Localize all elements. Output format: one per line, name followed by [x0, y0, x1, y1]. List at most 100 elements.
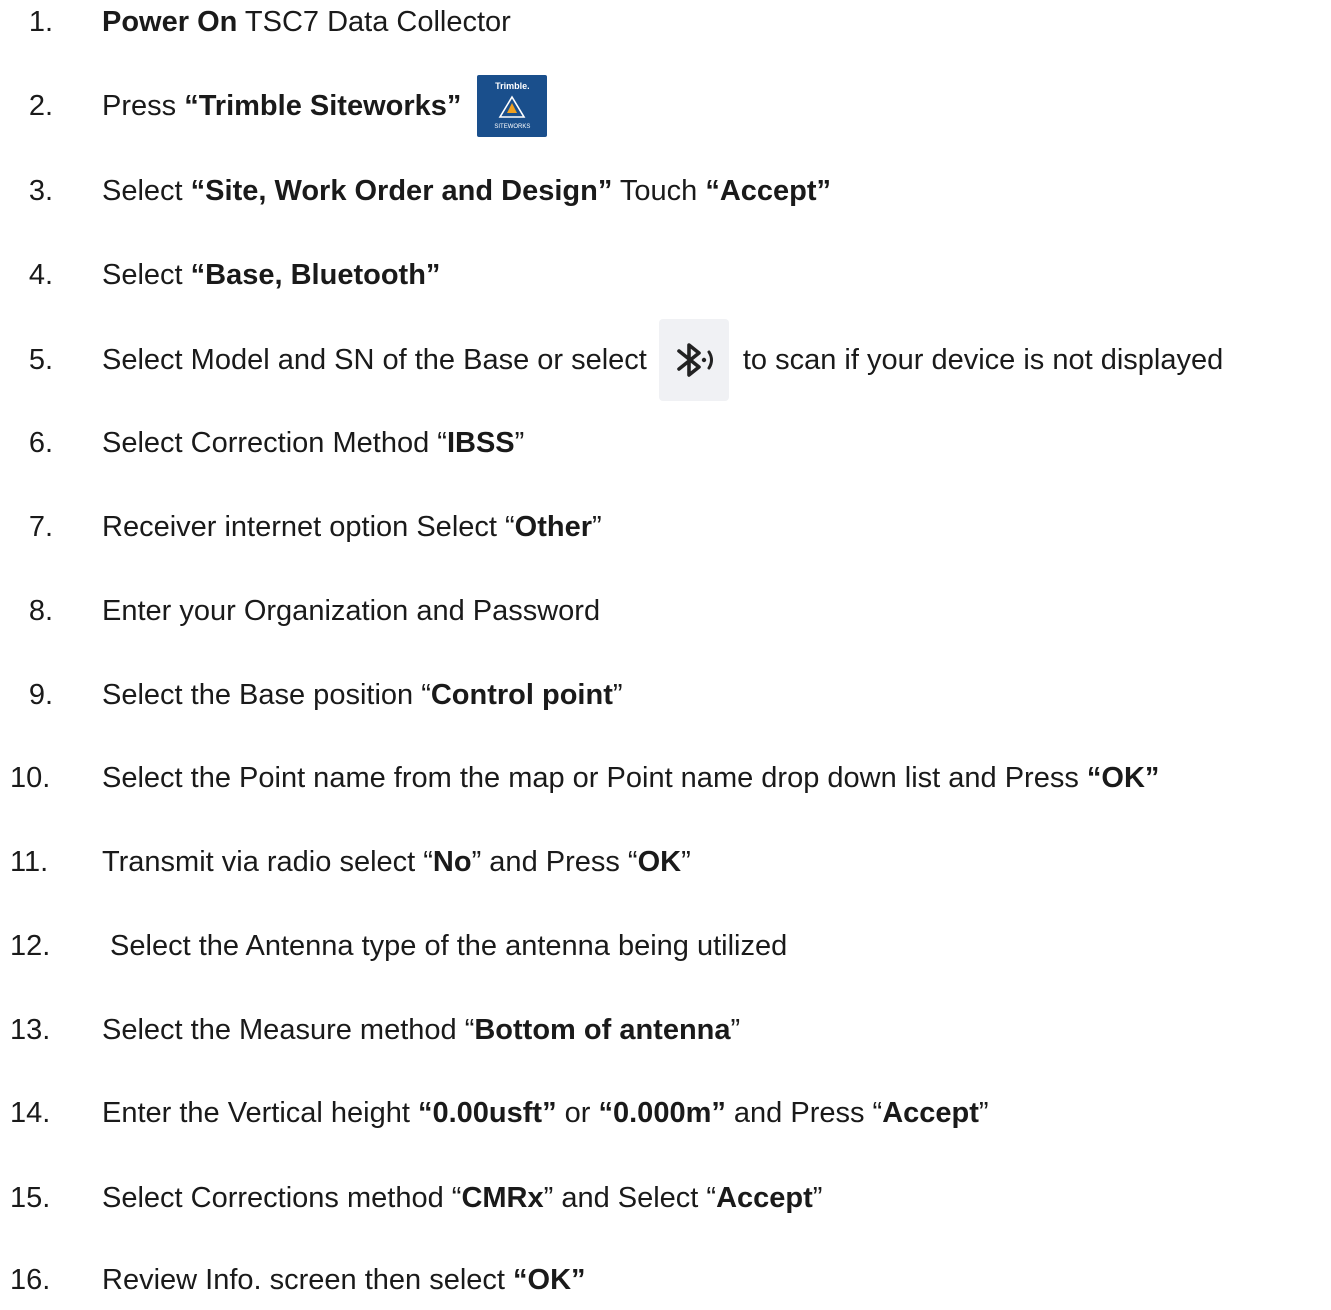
step-text: Enter the Vertical height “0.00usft” or …	[102, 1083, 989, 1143]
step-fragment: Select the Point name from the map or Po…	[102, 762, 1087, 794]
step-emphasis: “OK”	[513, 1264, 586, 1296]
step-number: 16.	[10, 1264, 51, 1296]
step-item: 14. Enter the Vertical height “0.00usft” …	[0, 1083, 1331, 1143]
step-fragment: Touch	[612, 175, 706, 207]
step-fragment: Review Info. screen then select	[102, 1264, 514, 1296]
step-fragment: TSC7 Data Collector	[237, 6, 511, 38]
step-number: 13.	[10, 1014, 51, 1046]
step-number: 11.	[10, 846, 49, 878]
step-number: 12.	[10, 930, 51, 962]
step-emphasis: “Base, Bluetooth”	[190, 259, 441, 291]
step-fragment: ”	[730, 1014, 741, 1046]
step-fragment: ”	[612, 679, 623, 711]
step-fragment: Receiver internet option Select “	[102, 511, 515, 543]
step-fragment: Select	[102, 259, 191, 291]
step-text: Enter your Organization and Password	[102, 581, 600, 641]
siteworks-triangle-icon	[498, 95, 526, 118]
step-fragment: Select Model and SN of the Base or selec…	[102, 344, 647, 376]
step-emphasis: Power On	[102, 6, 238, 38]
step-fragment: Enter your Organization and Password	[102, 595, 601, 627]
step-fragment: Select the Measure method “	[102, 1014, 475, 1046]
step-emphasis: OK	[637, 846, 682, 878]
step-text: Transmit via radio select “No” and Press…	[102, 832, 691, 892]
step-item: 2. Press “Trimble Siteworks” Trimble. SITEW…	[0, 75, 1331, 137]
step-text: Select Corrections method “CMRx” and Sel…	[102, 1168, 822, 1228]
step-fragment: ” and Press “	[471, 846, 638, 878]
step-fragment: Transmit via radio select “	[102, 846, 433, 878]
step-text: Receiver internet option Select “Other”	[102, 497, 602, 557]
step-fragment: Select the Base position “	[102, 679, 431, 711]
step-text: Select Model and SN of the Base or selec…	[102, 319, 1224, 401]
step-text: Press “Trimble Siteworks” Trimble. SITEWOR…	[102, 75, 548, 137]
step-emphasis: “Site, Work Order and Design”	[190, 175, 613, 207]
step-number: 7.	[28, 511, 53, 543]
step-item: 5. Select Model and SN of the Base or sel…	[0, 319, 1331, 401]
step-number: 5.	[28, 344, 53, 376]
step-item: 13. Select the Measure method “Bottom of …	[0, 1000, 1331, 1060]
step-fragment: to scan if your device is not displayed	[742, 344, 1224, 376]
step-emphasis: “0.000m”	[598, 1097, 726, 1129]
step-emphasis: Control point	[430, 679, 613, 711]
step-emphasis: Accept	[882, 1097, 979, 1129]
step-item: 12. Select the Antenna type of the anten…	[0, 916, 1331, 976]
step-number: 10.	[10, 762, 51, 794]
step-item: 10. Select the Point name from the map or…	[0, 748, 1331, 808]
step-text: Select “Site, Work Order and Design” Tou…	[102, 161, 831, 221]
step-item: 7. Receiver internet option Select “Other…	[0, 497, 1331, 557]
step-number: 3.	[28, 175, 53, 207]
step-emphasis: IBSS	[446, 427, 515, 459]
step-item: 4. Select “Base, Bluetooth”	[0, 245, 1331, 305]
step-fragment: ”	[592, 511, 602, 543]
step-emphasis: “OK”	[1086, 762, 1160, 794]
step-number: 9.	[28, 679, 53, 711]
step-item: 6. Select Correction Method “IBSS”	[0, 413, 1331, 473]
step-number: 14.	[10, 1097, 51, 1129]
step-fragment: ”	[514, 427, 525, 459]
step-text: Select “Base, Bluetooth”	[102, 245, 440, 305]
step-text: Select the Measure method “Bottom of ant…	[102, 1000, 740, 1060]
step-fragment: and Press “	[725, 1097, 883, 1129]
step-fragment: Select Corrections method “	[102, 1182, 462, 1214]
bluetooth-scan-icon	[658, 319, 729, 401]
step-fragment: ” and Select “	[543, 1182, 717, 1214]
step-item: 9. Select the Base position “Control poin…	[0, 665, 1331, 725]
siteworks-label: SITEWORKS	[494, 124, 531, 130]
step-text: Select the Base position “Control point”	[102, 665, 623, 725]
instruction-list: 1. Power On TSC7 Data Collector 2. Press “T…	[0, 0, 1331, 1296]
step-text: Power On TSC7 Data Collector	[102, 0, 511, 52]
step-number: 15.	[10, 1182, 51, 1214]
step-number: 4.	[28, 259, 53, 291]
step-emphasis: Accept	[716, 1182, 813, 1214]
step-number: 1.	[28, 6, 53, 38]
step-emphasis: Bottom of antenna	[474, 1014, 731, 1046]
step-item: 11. Transmit via radio select “No” and Pr…	[0, 832, 1331, 892]
trimble-brand: Trimble.	[495, 81, 530, 91]
step-emphasis: “Trimble Siteworks”	[184, 90, 462, 122]
step-text: Select the Point name from the map or Po…	[102, 748, 1159, 808]
step-number: 8.	[28, 595, 53, 627]
step-fragment: Enter the Vertical height	[102, 1097, 418, 1129]
trimble-siteworks-icon: Trimble. SITEWORKS	[477, 75, 548, 137]
step-fragment: or	[556, 1097, 599, 1129]
step-text: Review Info. screen then select “OK”	[102, 1250, 586, 1310]
step-item: 3. Select “Site, Work Order and Design” T…	[0, 161, 1331, 221]
step-item: 1. Power On TSC7 Data Collector	[0, 0, 1331, 52]
step-fragment: Press	[102, 90, 185, 122]
step-emphasis: Other	[514, 511, 592, 543]
step-number: 2.	[28, 90, 53, 122]
step-fragment: Select	[102, 175, 191, 207]
step-emphasis: “Accept”	[705, 175, 832, 207]
step-fragment: Select Correction Method “	[102, 427, 447, 459]
step-item: 8. Enter your Organization and Password	[0, 581, 1331, 641]
step-number: 6.	[28, 427, 53, 459]
step-item: 15. Select Corrections method “CMRx” and …	[0, 1168, 1331, 1228]
step-item: 16. Review Info. screen then select “OK”	[0, 1250, 1331, 1310]
step-fragment: ”	[978, 1097, 989, 1129]
step-text: Select Correction Method “IBSS”	[102, 413, 524, 473]
step-fragment: ”	[812, 1182, 823, 1214]
step-emphasis: CMRx	[461, 1182, 544, 1214]
step-fragment: ”	[681, 846, 691, 878]
step-text: Select the Antenna type of the antenna b…	[102, 916, 787, 976]
step-emphasis: No	[432, 846, 472, 878]
step-emphasis: “0.00usft”	[417, 1097, 557, 1129]
